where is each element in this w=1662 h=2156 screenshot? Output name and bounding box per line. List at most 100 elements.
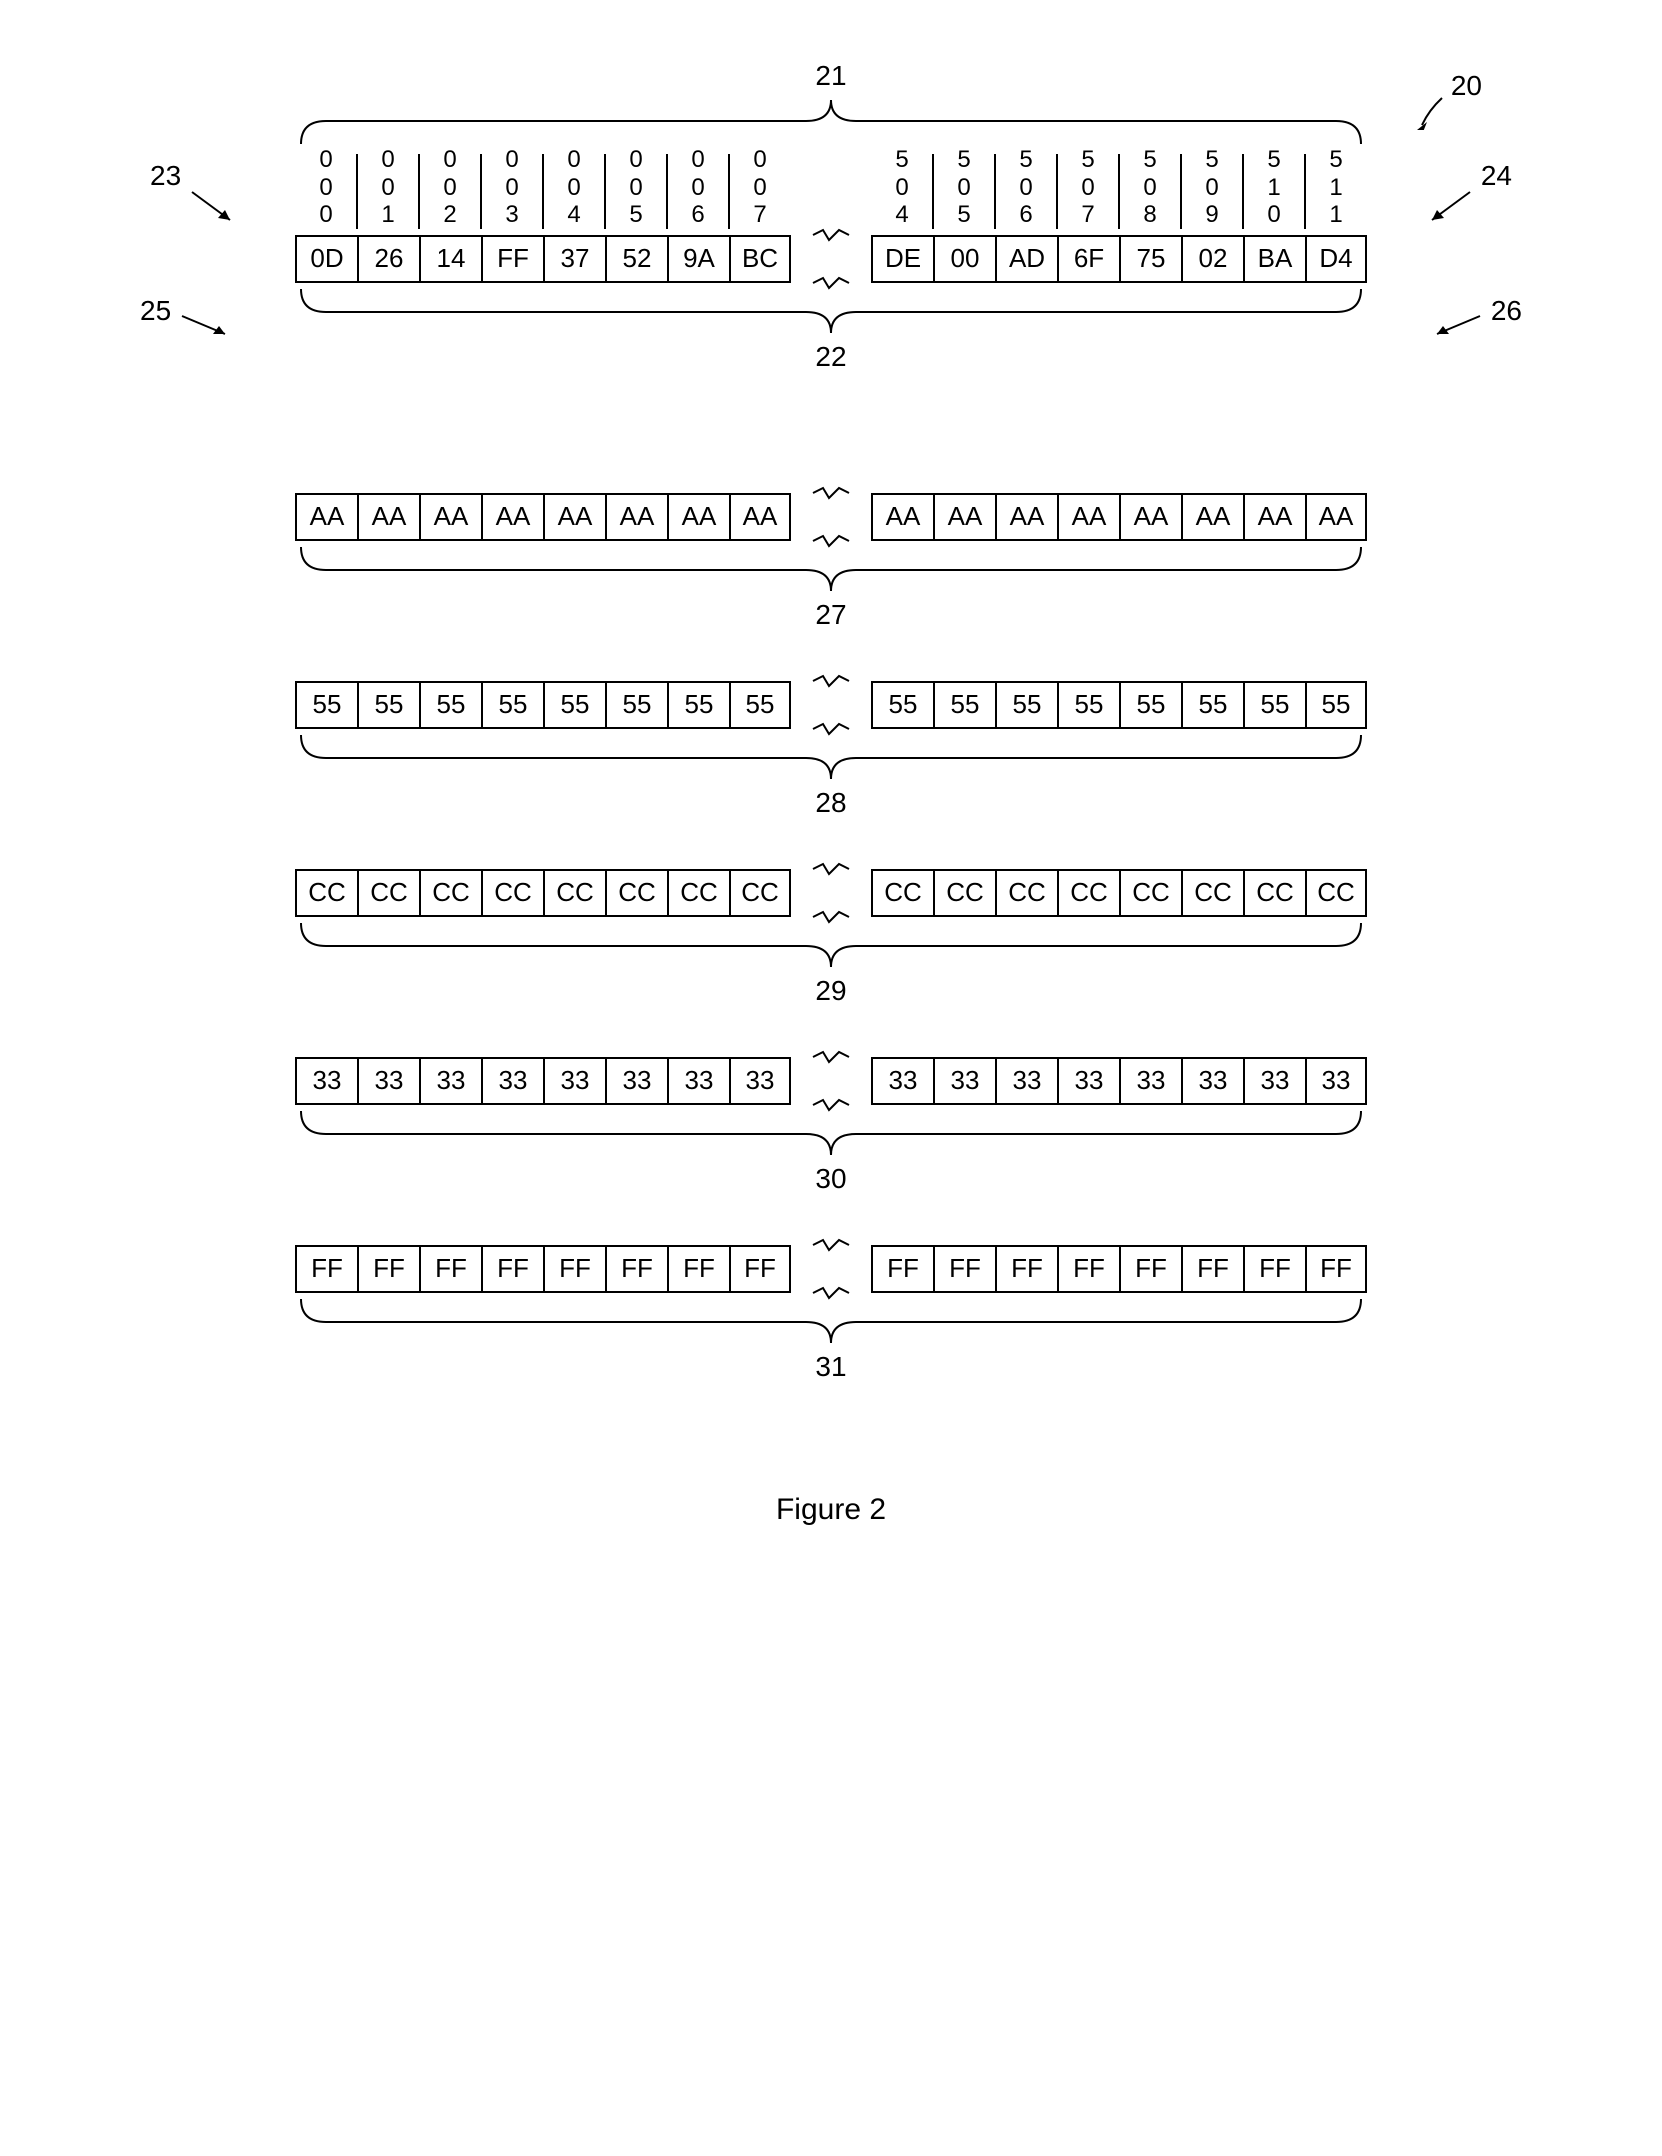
byte-cell: AA [357,493,419,541]
data-row: FFFFFFFFFFFFFFFF FFFFFFFFFFFFFFFF [295,1245,1367,1293]
byte-cell: AA [1181,493,1243,541]
byte-cell: 55 [295,681,357,729]
byte-cell: 33 [871,1057,933,1105]
byte-cell: CC [543,869,605,917]
byte-cell: 0D [295,235,357,283]
byte-cell: 55 [543,681,605,729]
address-cell: 511 [1305,146,1367,229]
byte-cell: AA [481,493,543,541]
byte-cell: AA [1057,493,1119,541]
byte-cell: 55 [419,681,481,729]
pattern-row: 3333333333333333 3333333333333333 30 [80,1057,1582,1195]
byte-cell: AA [419,493,481,541]
byte-cell: BA [1243,235,1305,283]
row-brace-label: 27 [815,599,846,631]
byte-cell: AA [543,493,605,541]
byte-cell: CC [419,869,481,917]
byte-cell: 14 [419,235,481,283]
byte-cell: FF [295,1245,357,1293]
byte-cell: 33 [729,1057,791,1105]
byte-cell: CC [1119,869,1181,917]
byte-cell: 02 [1181,235,1243,283]
row-break-icon [791,1057,871,1105]
addresses-brace-label: 21 [815,60,846,92]
byte-cell: 55 [357,681,419,729]
left-addr-arrow-icon [190,188,240,228]
byte-cell: 33 [295,1057,357,1105]
pattern-row: CCCCCCCCCCCCCCCC CCCCCCCCCCCCCCCC 29 [80,869,1582,1007]
byte-cell: D4 [1305,235,1367,283]
byte-cell: 33 [933,1057,995,1105]
byte-cell: BC [729,235,791,283]
address-cell: 005 [605,146,667,229]
bottom-brace-icon [291,733,1371,783]
byte-cell: 55 [1305,681,1367,729]
address-row: 000001002003004005006007 504505506507508… [295,146,1367,229]
byte-cell: CC [295,869,357,917]
address-cell: 004 [543,146,605,229]
bottom-brace-icon [291,287,1371,337]
byte-cell: 33 [1305,1057,1367,1105]
byte-cell: 33 [357,1057,419,1105]
byte-cell: CC [1181,869,1243,917]
byte-cell: AA [871,493,933,541]
byte-cell: FF [995,1245,1057,1293]
byte-cell: FF [871,1245,933,1293]
data-row: CCCCCCCCCCCCCCCC CCCCCCCCCCCCCCCC [295,869,1367,917]
top-brace-icon [291,96,1371,146]
byte-cell: FF [419,1245,481,1293]
row-break-icon [791,869,871,917]
data-row: 3333333333333333 3333333333333333 [295,1057,1367,1105]
byte-cell: CC [667,869,729,917]
byte-cell: 55 [729,681,791,729]
byte-cell: CC [933,869,995,917]
byte-cell: 52 [605,235,667,283]
bottom-brace-icon [291,545,1371,595]
row-break-icon [791,493,871,541]
bottom-brace-icon [291,921,1371,971]
address-cell: 006 [667,146,729,229]
byte-cell: AA [995,493,1057,541]
byte-cell: FF [933,1245,995,1293]
byte-cell: 33 [667,1057,729,1105]
byte-cell: FF [481,235,543,283]
byte-cell: AA [1243,493,1305,541]
row-brace-label: 22 [815,341,846,373]
byte-cell: DE [871,235,933,283]
byte-cell: CC [605,869,667,917]
byte-cell: FF [357,1245,419,1293]
address-cell: 007 [729,146,791,229]
byte-cell: 33 [1181,1057,1243,1105]
byte-cell: 6F [1057,235,1119,283]
left-data-arrow-icon [180,312,235,342]
byte-cell: 33 [1057,1057,1119,1105]
byte-cell: CC [1305,869,1367,917]
address-cell: 001 [357,146,419,229]
byte-cell: AA [1119,493,1181,541]
byte-cell: CC [729,869,791,917]
data-row: 0D2614FF37529ABC DE00AD6F7502BAD4 [295,235,1367,283]
byte-cell: 55 [1057,681,1119,729]
address-cell: 508 [1119,146,1181,229]
bottom-brace-icon [291,1297,1371,1347]
address-cell: 510 [1243,146,1305,229]
byte-cell: 33 [1119,1057,1181,1105]
pattern-row: FFFFFFFFFFFFFFFF FFFFFFFFFFFFFFFF 31 [80,1245,1582,1383]
address-cell: 507 [1057,146,1119,229]
byte-cell: FF [481,1245,543,1293]
right-data-arrow-icon [1427,312,1482,342]
byte-cell: CC [481,869,543,917]
byte-cell: 55 [933,681,995,729]
byte-cell: 55 [605,681,667,729]
row-break-icon [791,235,871,283]
byte-cell: AA [1305,493,1367,541]
address-cell: 002 [419,146,481,229]
byte-cell: 00 [933,235,995,283]
byte-cell: FF [729,1245,791,1293]
byte-cell: 26 [357,235,419,283]
byte-cell: CC [1243,869,1305,917]
data-row: 5555555555555555 5555555555555555 [295,681,1367,729]
address-cell: 506 [995,146,1057,229]
byte-cell: FF [1305,1245,1367,1293]
right-address-label: 24 [1481,160,1512,192]
